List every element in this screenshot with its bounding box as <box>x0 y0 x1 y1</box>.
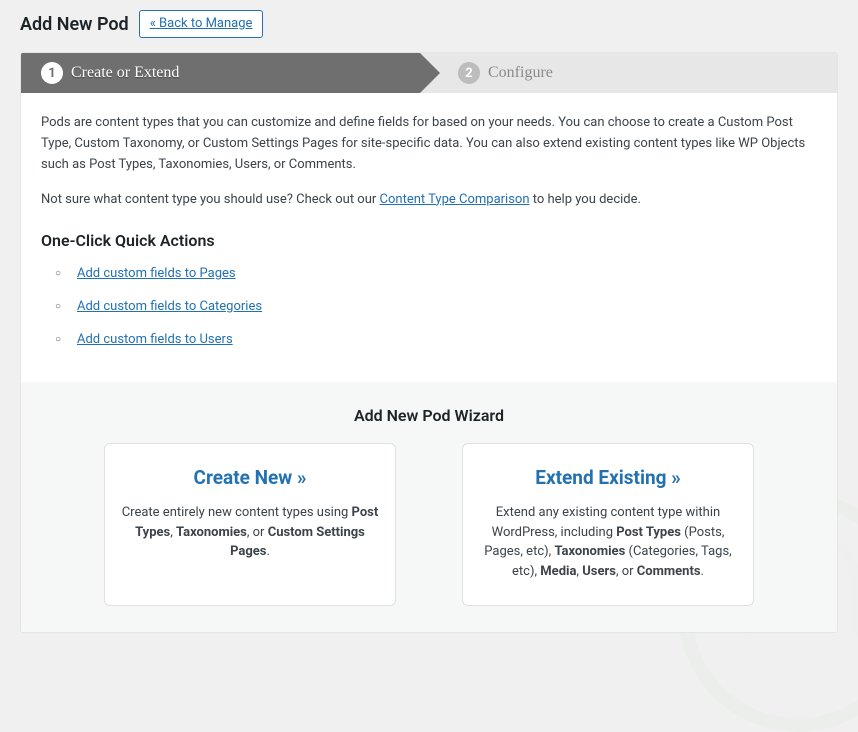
step-label: Create or Extend <box>71 64 179 82</box>
extend-existing-card[interactable]: Extend Existing » Extend any existing co… <box>462 443 754 606</box>
wizard-steps: 1 Create or Extend 2 Configure <box>21 53 837 93</box>
step-label: Configure <box>488 64 553 82</box>
help-suffix: to help you decide. <box>530 192 641 207</box>
create-new-card[interactable]: Create New » Create entirely new content… <box>104 443 396 606</box>
list-item: Add custom fields to Categories <box>77 297 817 318</box>
help-prefix: Not sure what content type you should us… <box>41 192 380 207</box>
step-create-or-extend[interactable]: 1 Create or Extend <box>21 53 420 93</box>
wizard-container: 1 Create or Extend 2 Configure Pods are … <box>20 52 838 633</box>
step-content: Pods are content types that you can cust… <box>21 93 837 382</box>
intro-paragraph: Pods are content types that you can cust… <box>41 113 817 175</box>
back-to-manage-button[interactable]: « Back to Manage <box>139 10 264 38</box>
add-fields-users-link[interactable]: Add custom fields to Users <box>77 332 233 347</box>
extend-existing-description: Extend any existing content type within … <box>479 503 737 581</box>
list-item: Add custom fields to Users <box>77 330 817 351</box>
wizard-section-heading: Add New Pod Wizard <box>41 406 817 425</box>
quick-actions-list: Add custom fields to Pages Add custom fi… <box>41 264 817 350</box>
step-number: 2 <box>458 62 480 84</box>
create-new-title: Create New » <box>121 466 379 489</box>
step-configure: 2 Configure <box>420 53 837 93</box>
content-type-comparison-link[interactable]: Content Type Comparison <box>380 192 530 207</box>
add-fields-categories-link[interactable]: Add custom fields to Categories <box>77 299 262 314</box>
quick-actions-heading: One-Click Quick Actions <box>41 228 817 254</box>
add-fields-pages-link[interactable]: Add custom fields to Pages <box>77 266 236 281</box>
wizard-cards: Create New » Create entirely new content… <box>41 443 817 606</box>
page-header: Add New Pod « Back to Manage <box>20 10 838 52</box>
list-item: Add custom fields to Pages <box>77 264 817 285</box>
step-number: 1 <box>41 62 63 84</box>
create-new-description: Create entirely new content types using … <box>121 503 379 562</box>
page-title: Add New Pod <box>20 14 129 35</box>
help-paragraph: Not sure what content type you should us… <box>41 190 817 211</box>
wizard-card-section: Add New Pod Wizard Create New » Create e… <box>21 382 837 632</box>
extend-existing-title: Extend Existing » <box>479 466 737 489</box>
